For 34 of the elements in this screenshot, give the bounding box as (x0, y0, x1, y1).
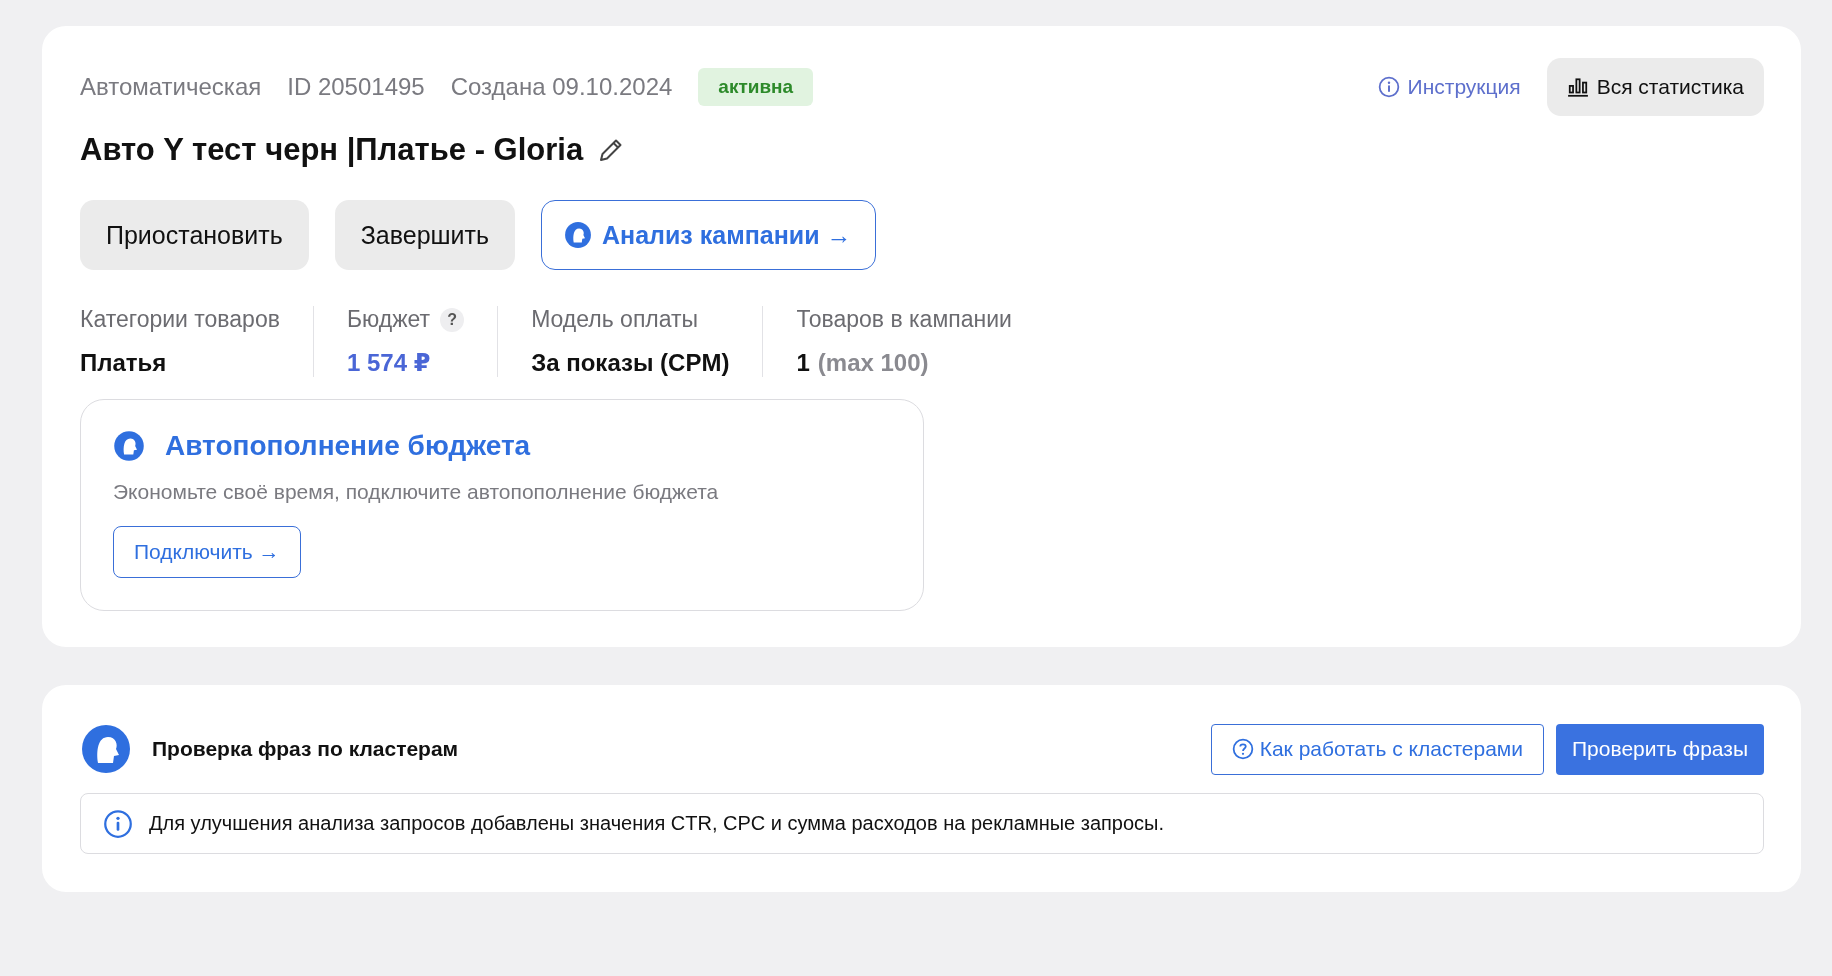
stat-value: Платья (80, 349, 167, 377)
campaign-id: ID 20501495 (287, 73, 425, 101)
info-icon (1377, 76, 1400, 98)
face-logo-icon (113, 430, 145, 462)
stat-label: Категории товаров (80, 306, 280, 333)
info-icon (103, 808, 133, 839)
action-button[interactable]: Завершить (334, 200, 516, 270)
status-badge: активна (698, 68, 814, 106)
instruction-link[interactable]: Инструкция (1377, 75, 1521, 99)
stat-value: За показы (CPM) (531, 349, 730, 377)
stat-label: Бюджет (346, 306, 431, 333)
help-icon[interactable]: ? (440, 307, 465, 332)
face-logo-icon (564, 221, 593, 249)
autofill-description: Экономьте своё время, подключите автопополнение бюджета (113, 480, 720, 504)
all-statistics-button[interactable]: Вся статистика (1546, 58, 1764, 116)
bar-chart-icon (1566, 76, 1589, 98)
stat-label: Модель оплаты (531, 306, 699, 333)
clusters-title: Проверка фраз по кластерам (152, 737, 459, 761)
check-phrases-button[interactable]: Проверить фразы (1556, 723, 1764, 775)
action-button[interactable]: Приостановить (80, 200, 309, 270)
stat-value: 1 (796, 349, 810, 377)
autofill-title: Автопополнение бюджета (165, 430, 531, 462)
campaign-title: Авто Y тест черн |Платье - Gloria (80, 132, 584, 168)
created-date: Создана 09.10.2024 (450, 73, 673, 101)
stat-label: Товаров в кампании (796, 306, 1012, 333)
face-logo-icon (80, 723, 132, 775)
campaign-analysis-button[interactable]: Анализ кампании → (541, 200, 877, 270)
clusters-help-button[interactable]: Как работать с кластерами (1210, 723, 1544, 775)
budget-link[interactable]: 1 574 ₽ (346, 349, 431, 377)
max-note: (max 100) (817, 349, 929, 377)
question-icon (1231, 738, 1254, 760)
notice-text: Для улучшения анализа запросов добавлены значения CTR, CPC и сумма расходов на рекламные запросы. (149, 812, 1165, 835)
connect-button[interactable]: Подключить → (113, 526, 301, 578)
campaign-type: Автоматическая (80, 73, 262, 101)
